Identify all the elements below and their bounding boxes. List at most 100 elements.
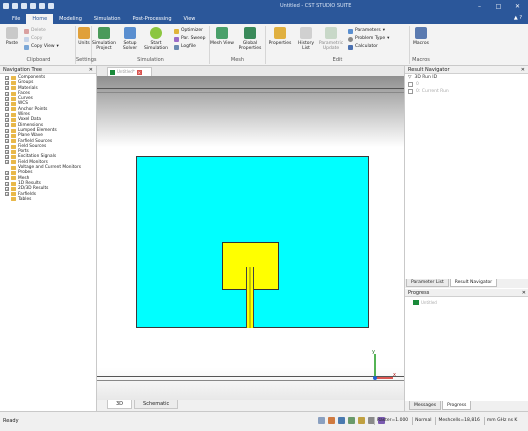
ribbon-collapse-icon[interactable]: ▲ ? [514, 15, 522, 21]
expand-icon[interactable]: + [5, 128, 9, 133]
expand-icon[interactable]: + [5, 144, 9, 149]
tab-view[interactable]: View [178, 14, 202, 24]
expand-icon[interactable]: + [5, 176, 9, 181]
expand-icon[interactable]: + [5, 181, 9, 186]
rotate-icon[interactable] [338, 417, 345, 424]
axes-indicator: y x [372, 349, 396, 380]
save-icon[interactable] [21, 3, 27, 9]
tab-home[interactable]: Home [26, 14, 54, 24]
minimize-icon[interactable]: – [475, 2, 484, 10]
feed-line[interactable] [246, 267, 254, 328]
zoom-icon[interactable] [318, 417, 325, 424]
tab-schematic[interactable]: Schematic [134, 400, 179, 409]
copy-button[interactable]: Copy [24, 36, 42, 42]
setup-solver-button[interactable]: Setup Solver [118, 27, 142, 51]
maximize-icon[interactable]: □ [494, 2, 503, 10]
delete-button[interactable]: Delete [24, 28, 46, 34]
expand-icon[interactable]: + [5, 170, 9, 175]
result-navigator-column-header[interactable]: ▽ 3D Run ID [405, 74, 528, 81]
problem-type-button[interactable]: Problem Type ▾ [348, 36, 389, 42]
expand-icon[interactable]: + [5, 91, 9, 96]
calculator-button[interactable]: Calculator [348, 44, 378, 50]
expand-icon[interactable]: + [5, 149, 9, 154]
tab-result-navigator[interactable]: Result Navigator [449, 279, 498, 287]
edit-group: Properties History List Parametric Updat… [266, 26, 410, 64]
simulation-project-button[interactable]: Simulation Project [92, 27, 116, 51]
expand-icon[interactable]: + [5, 139, 9, 144]
quick-access-toolbar [3, 3, 54, 9]
expand-icon[interactable]: + [5, 107, 9, 112]
tab-post-processing[interactable]: Post-Processing [127, 14, 178, 24]
properties-button[interactable]: Properties [268, 27, 292, 46]
document-tab[interactable]: Untitled* × [107, 67, 152, 76]
close-icon[interactable]: ✕ [89, 66, 93, 74]
tab-progress[interactable]: Progress [442, 401, 472, 410]
result-navigator-row[interactable]: 0: Current Run [405, 88, 528, 95]
macros-button[interactable]: Macros [410, 27, 432, 46]
tab-modeling[interactable]: Modeling [53, 14, 88, 24]
close-icon[interactable]: ✕ [521, 66, 525, 74]
start-simulation-icon [150, 27, 162, 39]
start-simulation-button[interactable]: Start Simulation [144, 27, 168, 51]
pan-icon[interactable] [348, 417, 355, 424]
parametric-update-button[interactable]: Parametric Update [318, 27, 344, 51]
ribbon: Paste Delete Copy Copy View ▾ Clipboard … [0, 24, 528, 66]
file-name: Untitled [280, 3, 300, 9]
mesh-view-button[interactable]: Mesh View [210, 27, 234, 46]
folder-icon [11, 107, 16, 112]
expand-icon[interactable]: + [5, 80, 9, 85]
expand-icon[interactable]: + [5, 155, 9, 160]
expand-icon[interactable]: + [5, 123, 9, 128]
expand-icon[interactable]: + [5, 118, 9, 123]
optimizer-button[interactable]: Optimizer [174, 28, 203, 34]
mesh-group-label: Mesh [230, 57, 245, 63]
tab-messages[interactable]: Messages [409, 401, 442, 410]
redo-icon[interactable] [48, 3, 54, 9]
units-button[interactable]: Units [76, 27, 92, 46]
document-tab-bar: Untitled* × [97, 66, 404, 76]
undo-icon[interactable] [39, 3, 45, 9]
open-file-icon[interactable] [12, 3, 18, 9]
expand-icon[interactable]: + [5, 102, 9, 107]
units-field[interactable]: mm GHz ns K [483, 417, 519, 425]
tab-3d[interactable]: 3D [107, 400, 133, 409]
close-icon[interactable]: ✕ [522, 289, 526, 297]
working-plane-line [97, 380, 404, 381]
expand-icon[interactable]: + [5, 96, 9, 101]
close-icon[interactable]: ✕ [513, 2, 522, 10]
optimizer-label: Optimizer [181, 28, 204, 33]
expand-icon[interactable]: + [5, 75, 9, 80]
expand-icon[interactable]: + [5, 112, 9, 117]
folder-icon [11, 86, 16, 91]
tree-item-tables[interactable]: +Tables [0, 197, 96, 202]
expand-icon[interactable]: + [5, 186, 9, 191]
logfile-button[interactable]: Logfile [174, 44, 196, 50]
close-tab-icon[interactable]: × [136, 69, 142, 75]
mode-field[interactable]: Normal [412, 417, 433, 425]
3d-viewport[interactable]: y x [97, 76, 404, 400]
progress-item[interactable]: Untitled [405, 297, 528, 305]
parameters-button[interactable]: Parameters ▾ [348, 28, 385, 34]
save-as-icon[interactable] [30, 3, 36, 9]
tab-file[interactable]: File [6, 14, 26, 24]
new-file-icon[interactable] [3, 3, 9, 9]
view-icon[interactable] [358, 417, 365, 424]
expand-icon[interactable]: + [5, 192, 9, 197]
expand-icon[interactable]: + [5, 133, 9, 138]
problem-type-label: Problem Type [355, 36, 386, 41]
copy-view-button[interactable]: Copy View ▾ [24, 44, 59, 50]
tab-parameter-list[interactable]: Parameter List [406, 279, 449, 287]
global-properties-button[interactable]: Global Properties [236, 27, 264, 51]
tab-simulation[interactable]: Simulation [88, 14, 127, 24]
par-sweep-button[interactable]: Par. Sweep [174, 36, 206, 42]
history-list-button[interactable]: History List [294, 27, 318, 51]
par-sweep-icon [174, 36, 179, 42]
horizon-line [97, 92, 404, 93]
expand-icon[interactable]: + [5, 160, 9, 165]
select-icon[interactable] [328, 417, 335, 424]
paste-button[interactable]: Paste [3, 27, 21, 46]
result-navigator-row[interactable]: 0 [405, 81, 528, 88]
properties-icon [274, 27, 286, 39]
chevron-down-icon: ▾ [382, 28, 386, 33]
expand-icon[interactable]: + [5, 86, 9, 91]
